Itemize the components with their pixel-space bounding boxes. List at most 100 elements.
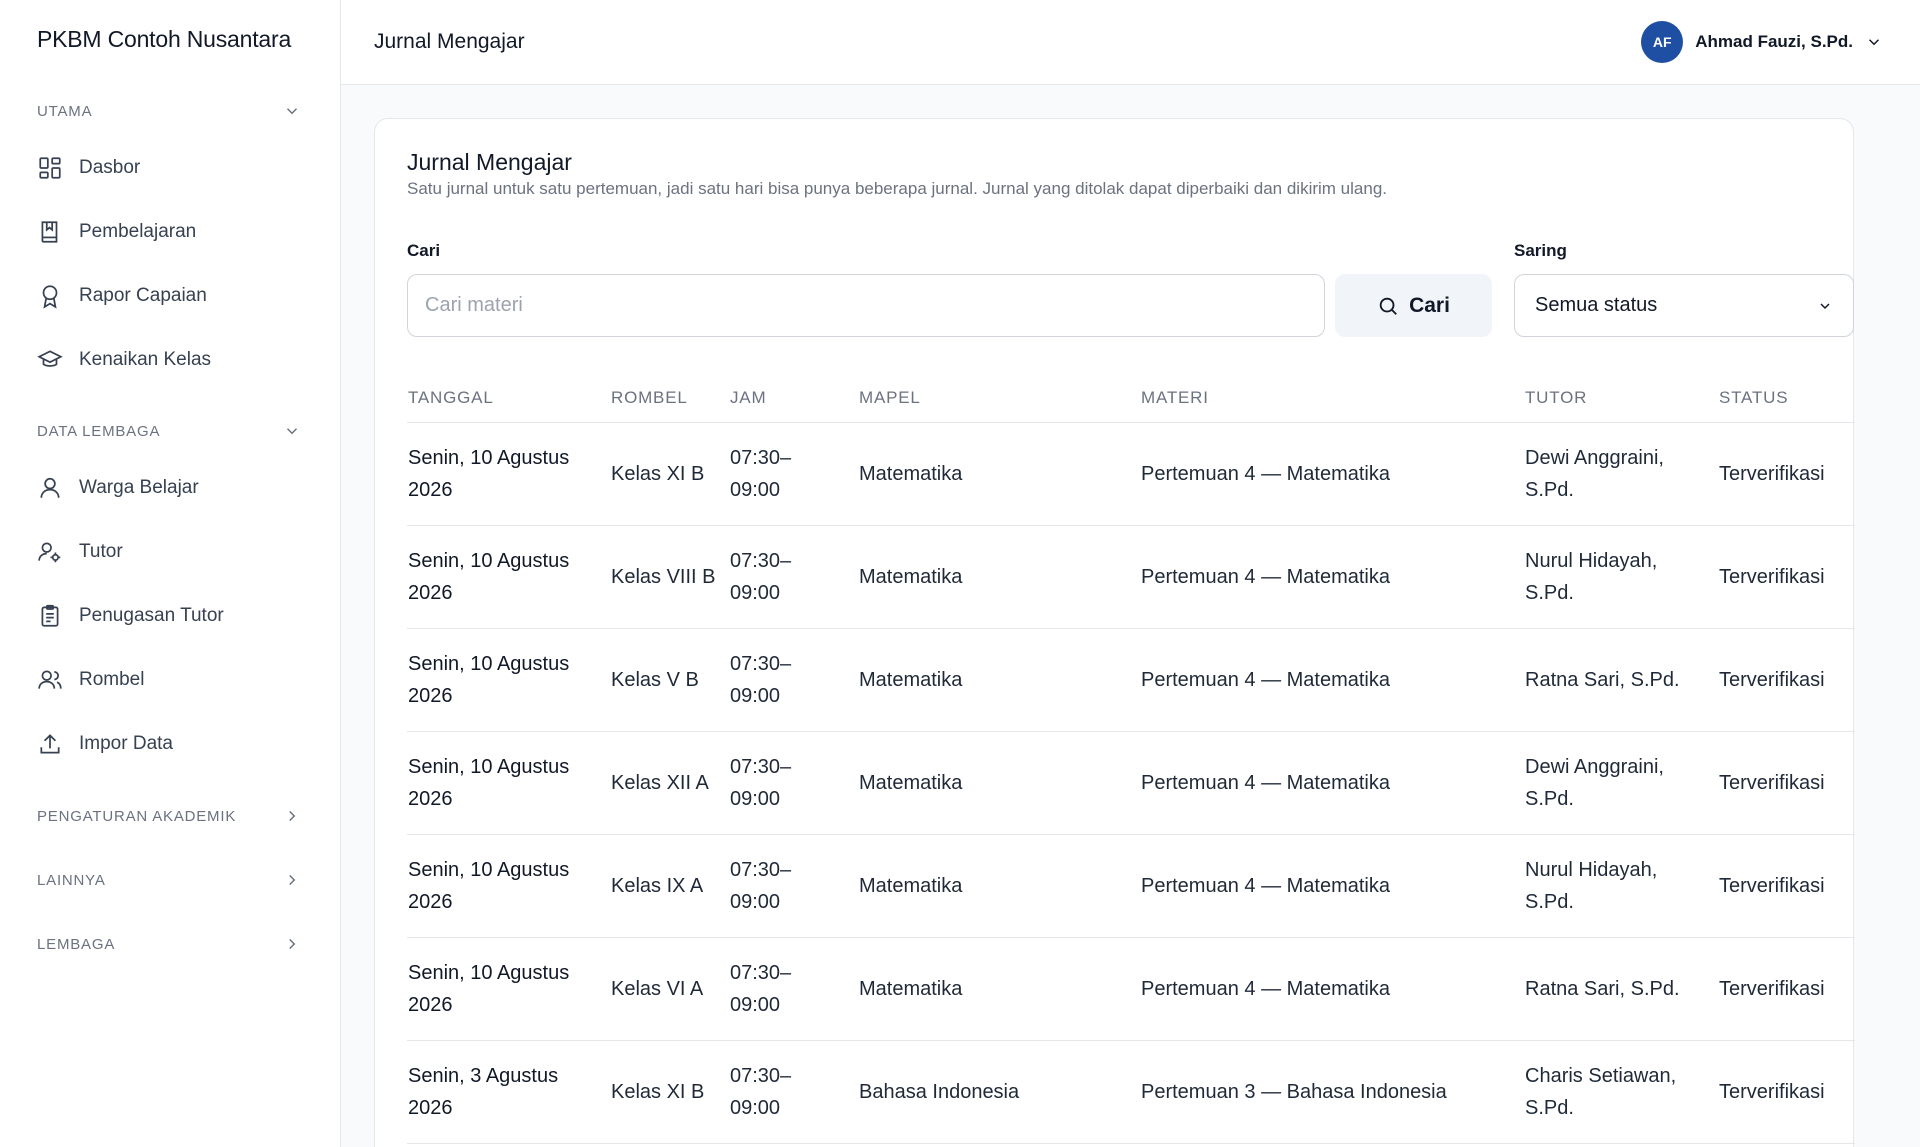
search-input[interactable] xyxy=(407,274,1325,337)
cell-tanggal: Senin, 10 Agustus 2026 xyxy=(408,859,570,913)
column-header-materi: MATERI xyxy=(1141,387,1209,407)
avatar: AF xyxy=(1641,21,1684,63)
cell-mapel: Matematika xyxy=(859,669,963,691)
sidebar-item-pembelajaran[interactable]: Pembelajaran xyxy=(37,212,317,252)
page-title: Jurnal Mengajar xyxy=(374,30,525,53)
sidebar-item-warga-belajar[interactable]: Warga Belajar xyxy=(37,468,317,508)
table-row[interactable]: Senin, 10 Agustus 2026 Kelas IX A 07:30–… xyxy=(407,835,1855,938)
cell-status: Terverifikasi xyxy=(1719,772,1825,794)
status-filter-value: Semua status xyxy=(1535,294,1658,316)
cell-tanggal: Senin, 10 Agustus 2026 xyxy=(408,962,570,1016)
chevron-right-icon xyxy=(289,874,296,886)
cell-status: Terverifikasi xyxy=(1719,566,1825,588)
table-row[interactable]: Senin, 10 Agustus 2026 Kelas XII A 07:30… xyxy=(407,732,1855,835)
award-icon xyxy=(37,283,63,309)
cell-materi: Pertemuan 4 — Matematika xyxy=(1141,978,1390,1000)
sidebar-item-label: Impor Data xyxy=(79,733,173,754)
column-header-status: STATUS xyxy=(1719,387,1789,407)
cell-status: Terverifikasi xyxy=(1719,875,1825,897)
cell-tutor: Ratna Sari, S.Pd. xyxy=(1525,978,1680,1000)
cell-mapel: Matematika xyxy=(859,772,963,794)
sidebar-item-label: Rapor Capaian xyxy=(79,285,207,306)
cell-materi: Pertemuan 4 — Matematika xyxy=(1141,566,1390,588)
section-lembaga[interactable]: LEMBAGA xyxy=(37,932,301,956)
search-icon xyxy=(1379,297,1397,315)
sidebar-item-rombel[interactable]: Rombel xyxy=(37,660,317,700)
table-row[interactable]: Senin, 10 Agustus 2026 Kelas VIII B 07:3… xyxy=(407,526,1855,629)
sidebar-item-tutor[interactable]: Tutor xyxy=(37,532,317,572)
user-icon xyxy=(37,475,63,501)
section-label: DATA LEMBAGA xyxy=(37,422,161,440)
section-label: LEMBAGA xyxy=(37,935,116,953)
cell-rombel: Kelas V B xyxy=(611,669,699,691)
sidebar-item-penugasan-tutor[interactable]: Penugasan Tutor xyxy=(37,596,317,636)
cell-rombel: Kelas IX A xyxy=(611,875,704,897)
table-header: TANGGAL ROMBEL JAM MAPEL MATERI TUTOR ST… xyxy=(407,372,1855,423)
section-label: LAINNYA xyxy=(37,871,106,889)
sidebar-item-label: Pembelajaran xyxy=(79,221,197,242)
card-title: Jurnal Mengajar xyxy=(407,149,572,175)
cell-jam: 07:30–09:00 xyxy=(730,962,792,1016)
section-label: PENGATURAN AKADEMIK xyxy=(37,807,237,825)
cell-status: Terverifikasi xyxy=(1719,669,1825,691)
column-header-rombel: ROMBEL xyxy=(611,387,688,407)
chevron-down-icon xyxy=(1868,39,1880,46)
table-row[interactable]: Senin, 10 Agustus 2026 Kelas XI B 07:30–… xyxy=(407,423,1855,526)
search-button-label: Cari xyxy=(1409,293,1450,317)
cell-mapel: Matematika xyxy=(859,566,963,588)
search-label: Cari xyxy=(407,241,441,260)
chevron-right-icon xyxy=(289,810,296,822)
cell-tutor: Dewi Anggraini, S.Pd. xyxy=(1525,756,1664,810)
cell-mapel: Bahasa Indonesia xyxy=(859,1081,1020,1103)
column-header-jam: JAM xyxy=(730,387,767,407)
cell-tanggal: Senin, 10 Agustus 2026 xyxy=(408,447,570,501)
table-row[interactable]: Senin, 10 Agustus 2026 Kelas VI A 07:30–… xyxy=(407,938,1855,1041)
cell-rombel: Kelas VIII B xyxy=(611,566,716,588)
section-label: UTAMA xyxy=(37,102,93,120)
status-filter-select[interactable]: Semua status xyxy=(1514,274,1854,337)
sidebar-item-kenaikan-kelas[interactable]: Kenaikan Kelas xyxy=(37,340,317,380)
dashboard-icon xyxy=(37,155,63,181)
card-subtitle: Satu jurnal untuk satu pertemuan, jadi s… xyxy=(407,179,1387,198)
sidebar-item-label: Warga Belajar xyxy=(79,477,199,498)
search-button[interactable]: Cari xyxy=(1335,274,1492,337)
sidebar-item-label: Kenaikan Kelas xyxy=(79,349,212,370)
section-pengaturan-akademik[interactable]: PENGATURAN AKADEMIK xyxy=(37,804,301,828)
chevron-down-icon xyxy=(286,108,298,115)
sidebar-item-label: Penugasan Tutor xyxy=(79,605,224,626)
cell-materi: Pertemuan 4 — Matematika xyxy=(1141,463,1390,485)
journal-table: TANGGAL ROMBEL JAM MAPEL MATERI TUTOR ST… xyxy=(407,372,1855,1144)
cell-status: Terverifikasi xyxy=(1719,463,1825,485)
filter-label: Saring xyxy=(1514,241,1567,260)
section-data-lembaga[interactable]: DATA LEMBAGA xyxy=(37,419,301,443)
section-lainnya[interactable]: LAINNYA xyxy=(37,868,301,892)
cell-materi: Pertemuan 4 — Matematika xyxy=(1141,669,1390,691)
chevron-right-icon xyxy=(289,938,296,950)
cell-mapel: Matematika xyxy=(859,875,963,897)
cell-tutor: Charis Setiawan, S.Pd. xyxy=(1525,1065,1677,1119)
cell-rombel: Kelas XI B xyxy=(611,463,705,485)
sidebar-item-impor-data[interactable]: Impor Data xyxy=(37,724,317,764)
cell-rombel: Kelas XII A xyxy=(611,772,709,794)
sidebar-item-rapor-capaian[interactable]: Rapor Capaian xyxy=(37,276,317,316)
table-row[interactable]: Senin, 3 Agustus 2026 Kelas XI B 07:30–0… xyxy=(407,1041,1855,1144)
column-header-tutor: TUTOR xyxy=(1525,387,1588,407)
user-menu[interactable]: AF Ahmad Fauzi, S.Pd. xyxy=(1641,20,1883,64)
cell-tutor: Nurul Hidayah, S.Pd. xyxy=(1525,859,1658,913)
sidebar-item-label: Rombel xyxy=(79,669,145,690)
top-bar: Jurnal Mengajar AF Ahmad Fauzi, S.Pd. xyxy=(341,0,1920,85)
section-utama[interactable]: UTAMA xyxy=(37,99,301,123)
cell-jam: 07:30–09:00 xyxy=(730,756,792,810)
cell-jam: 07:30–09:00 xyxy=(730,550,792,604)
cell-status: Terverifikasi xyxy=(1719,1081,1825,1103)
upload-icon xyxy=(37,731,63,757)
book-icon xyxy=(37,219,63,245)
brand-name: PKBM Contoh Nusantara xyxy=(37,26,292,52)
cell-tutor: Dewi Anggraini, S.Pd. xyxy=(1525,447,1664,501)
cell-rombel: Kelas XI B xyxy=(611,1081,705,1103)
cell-rombel: Kelas VI A xyxy=(611,978,704,1000)
sidebar-item-dasbor[interactable]: Dasbor xyxy=(37,148,317,188)
cell-mapel: Matematika xyxy=(859,978,963,1000)
cell-tanggal: Senin, 10 Agustus 2026 xyxy=(408,550,570,604)
table-row[interactable]: Senin, 10 Agustus 2026 Kelas V B 07:30–0… xyxy=(407,629,1855,732)
